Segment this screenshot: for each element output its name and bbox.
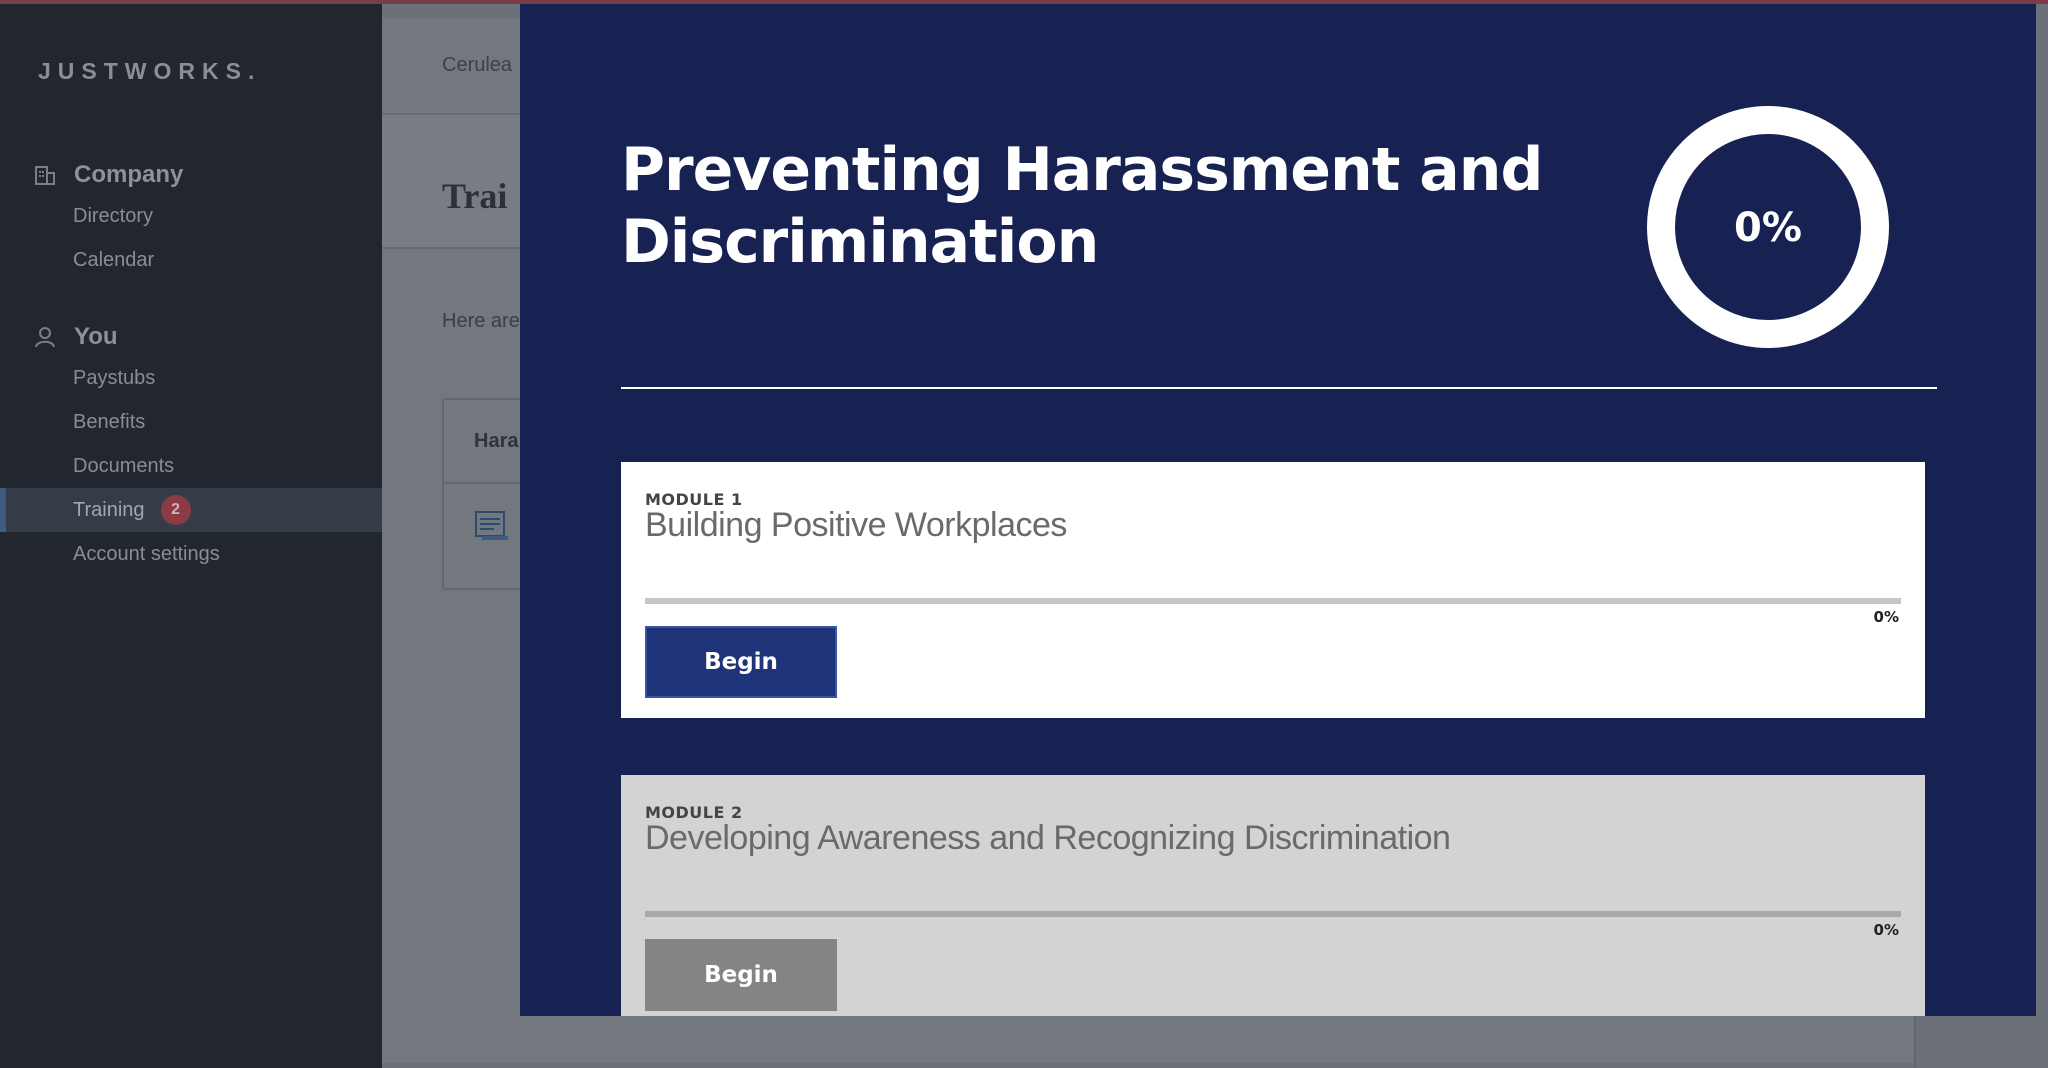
user-icon (34, 326, 56, 348)
sidebar-item-directory[interactable]: Directory (0, 194, 382, 238)
course-icon (474, 510, 510, 542)
nav-section-you: You Paystubs Benefits Documents Training… (0, 318, 382, 576)
nav-header-label: Company (74, 161, 184, 188)
training-modal: Preventing Harassment and Discrimination… (520, 4, 2036, 1016)
sidebar-item-calendar[interactable]: Calendar (0, 238, 382, 282)
sidebar-item-label: Training (73, 498, 145, 521)
sidebar-item-label: Benefits (73, 410, 146, 433)
module-progress-label: 0% (1873, 921, 1899, 939)
sidebar: JUSTWORKS. Company Directory Calendar Yo… (0, 4, 382, 1068)
nav-header-company: Company (0, 156, 382, 194)
module-progress-bar (645, 598, 1901, 604)
course-progress-ring: 0% (1646, 105, 1890, 349)
sidebar-item-account-settings[interactable]: Account settings (0, 532, 382, 576)
training-card-title: Hara (474, 430, 519, 452)
course-progress-label: 0% (1734, 205, 1802, 251)
sidebar-item-label: Account settings (73, 542, 220, 565)
course-title: Preventing Harassment and Discrimination (621, 135, 1543, 277)
sidebar-item-label: Documents (73, 454, 175, 477)
nav-header-label: You (74, 323, 118, 350)
module-title: Developing Awareness and Recognizing Dis… (645, 819, 1451, 857)
building-icon (34, 164, 56, 186)
sidebar-item-label: Calendar (73, 248, 155, 271)
sidebar-item-documents[interactable]: Documents (0, 444, 382, 488)
begin-button[interactable]: Begin (645, 626, 837, 698)
module-progress-label: 0% (1873, 608, 1899, 626)
begin-button-disabled[interactable]: Begin (645, 939, 837, 1011)
sidebar-item-paystubs[interactable]: Paystubs (0, 356, 382, 400)
notification-badge: 2 (160, 495, 191, 525)
intro-text: Here are (442, 310, 520, 332)
sidebar-item-benefits[interactable]: Benefits (0, 400, 382, 444)
module-progress-bar (645, 911, 1901, 917)
module-title: Building Positive Workplaces (645, 506, 1067, 544)
header-divider (621, 387, 1937, 389)
sidebar-item-label: Directory (73, 204, 154, 227)
sidebar-item-label: Paystubs (73, 366, 156, 389)
module-card-2: MODULE 2 Developing Awareness and Recogn… (621, 775, 1925, 1016)
nav-header-you: You (0, 318, 382, 356)
logo: JUSTWORKS. (38, 58, 262, 84)
module-card-1: MODULE 1 Building Positive Workplaces 0%… (621, 462, 1925, 718)
sidebar-item-training[interactable]: Training 2 (0, 488, 382, 532)
nav-section-company: Company Directory Calendar (0, 156, 382, 282)
page-title: Trai (442, 176, 508, 216)
company-name: Cerulea (442, 54, 513, 76)
